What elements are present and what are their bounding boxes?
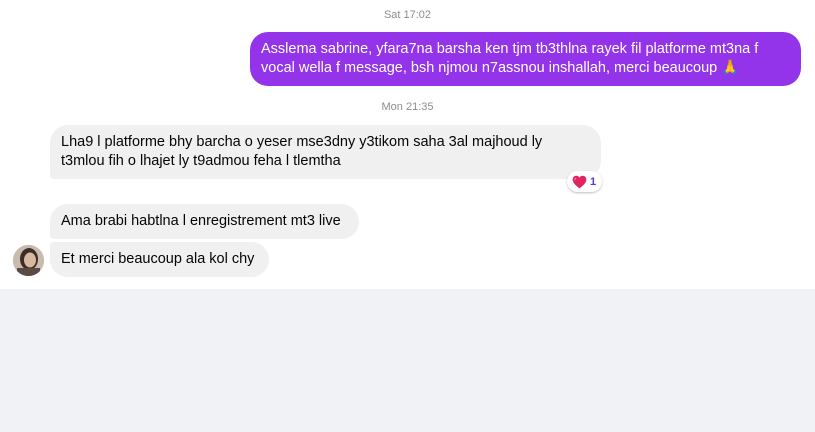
reaction-badge[interactable]: 1	[567, 171, 602, 192]
message-line: Lha9 l platforme bhy barcha o yeser mse3…	[61, 134, 543, 150]
incoming-message[interactable]: Et merci beaucoup ala kol chy	[50, 242, 269, 277]
outgoing-message[interactable]: Asslema sabrine, yfara7na barsha ken tjm…	[250, 32, 801, 86]
reaction-count: 1	[590, 175, 597, 188]
contact-avatar[interactable]	[13, 245, 44, 276]
message-thread: Sat 17:02 Asslema sabrine, yfara7na bars…	[0, 0, 815, 289]
incoming-message[interactable]: Ama brabi habtlna l enregistrement mt3 l…	[50, 204, 359, 239]
message-line: Ama brabi habtlna l enregistrement mt3 l…	[61, 213, 341, 229]
message-line: t3mlou fih o lhajet ly t9admou feha l tl…	[61, 153, 341, 169]
incoming-message[interactable]: Lha9 l platforme bhy barcha o yeser mse3…	[50, 125, 601, 179]
message-line: Asslema sabrine, yfara7na barsha ken tjm…	[261, 41, 759, 57]
timestamp-sat: Sat 17:02	[383, 9, 432, 21]
heart-icon	[572, 175, 587, 188]
avatar-image	[13, 245, 44, 276]
timestamp-mon: Mon 21:35	[381, 101, 434, 113]
message-line: vocal wella f message, bsh njmou n7assno…	[261, 60, 740, 76]
message-line: Et merci beaucoup ala kol chy	[61, 251, 255, 267]
